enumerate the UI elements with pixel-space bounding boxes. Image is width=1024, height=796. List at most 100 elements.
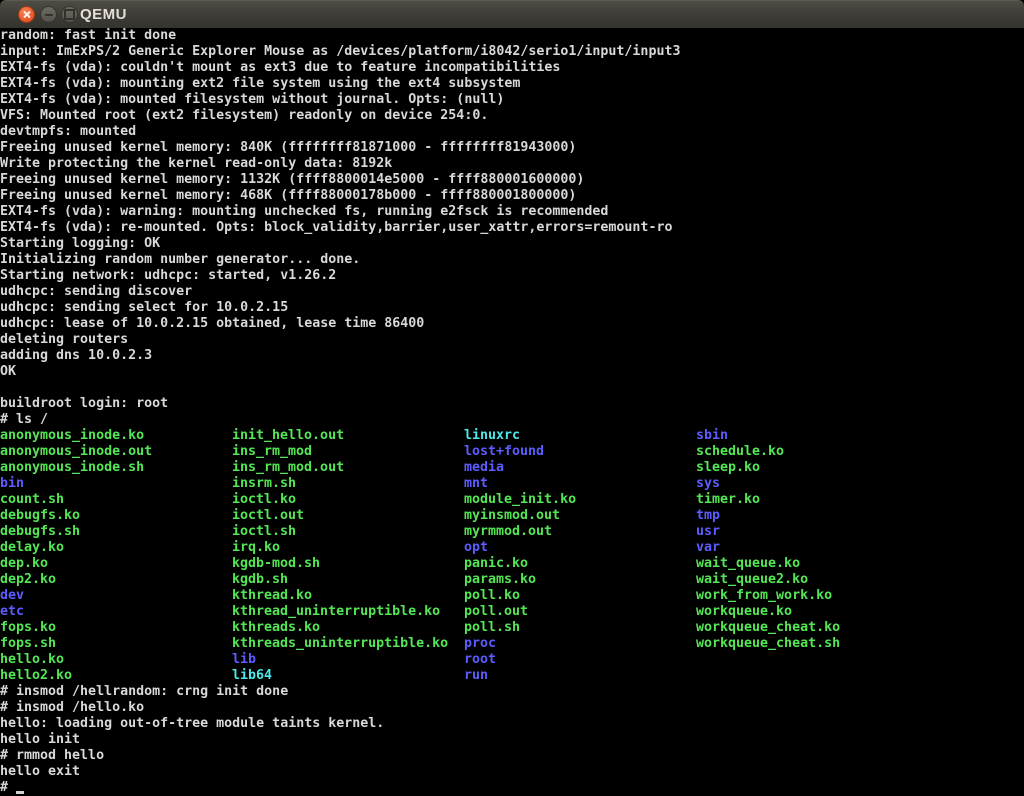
console-line: deleting routers [0,332,1024,348]
file-entry: dev [0,588,232,604]
console-line: EXT4-fs (vda): mounted filesystem withou… [0,92,1024,108]
file-entry: fops.ko [0,620,232,636]
console-line: hello init [0,732,1024,748]
console-line: VFS: Mounted root (ext2 filesystem) read… [0,108,1024,124]
minimize-button[interactable] [40,6,57,23]
file-entry: count.sh [0,492,232,508]
file-entry: myinsmod.out [464,508,696,524]
file-entry: poll.out [464,604,696,620]
console-line: hello: loading out-of-tree module taints… [0,716,1024,732]
ls-row: hello2.kolib64run [0,668,1024,684]
ls-row: debugfs.shioctl.shmyrmmod.outusr [0,524,1024,540]
file-entry: proc [464,636,696,652]
maximize-button[interactable] [61,6,78,23]
file-entry: var [696,540,720,556]
ls-row: debugfs.koioctl.outmyinsmod.outtmp [0,508,1024,524]
file-entry: tmp [696,508,720,524]
console-line: input: ImExPS/2 Generic Explorer Mouse a… [0,44,1024,60]
file-entry: workqueue.ko [696,604,792,620]
file-entry: wait_queue.ko [696,556,800,572]
file-entry: hello.ko [0,652,232,668]
file-entry: lib [232,652,464,668]
file-entry: delay.ko [0,540,232,556]
file-entry: kthread.ko [232,588,464,604]
file-entry: kgdb-mod.sh [232,556,464,572]
login-line: buildroot login: root [0,396,1024,412]
file-entry: sys [696,476,720,492]
file-entry: debugfs.ko [0,508,232,524]
file-entry: schedule.ko [696,444,784,460]
console-line: Initializing random number generator... … [0,252,1024,268]
console-line: EXT4-fs (vda): re-mounted. Opts: block_v… [0,220,1024,236]
file-entry: irq.ko [232,540,464,556]
file-entry: dep.ko [0,556,232,572]
file-entry: kgdb.sh [232,572,464,588]
file-entry: dep2.ko [0,572,232,588]
file-entry: usr [696,524,720,540]
prompt-line: # [0,780,1024,796]
file-entry: run [464,668,488,684]
console-line: EXT4-fs (vda): couldn't mount as ext3 du… [0,60,1024,76]
shell-prompt: # [0,780,16,795]
ls-command-line: # ls / [0,412,1024,428]
file-entry: work_from_work.ko [696,588,832,604]
console-line: Freeing unused kernel memory: 468K (ffff… [0,188,1024,204]
minimize-icon [45,14,53,16]
console-line: # insmod /hellrandom: crng init done [0,684,1024,700]
console-line: devtmpfs: mounted [0,124,1024,140]
file-entry: sleep.ko [696,460,760,476]
ls-row: anonymous_inode.shins_rm_mod.outmediasle… [0,460,1024,476]
file-entry: mnt [464,476,696,492]
qemu-window: QEMU random: fast init done input: ImExP… [0,0,1024,796]
file-entry: panic.ko [464,556,696,572]
file-entry: poll.ko [464,588,696,604]
close-icon [22,10,31,19]
file-entry: lib64 [232,668,464,684]
ls-row: devkthread.kopoll.kowork_from_work.ko [0,588,1024,604]
ls-row: bininsrm.shmntsys [0,476,1024,492]
console-line: Starting logging: OK [0,236,1024,252]
text-cursor [16,791,24,794]
console-line: udhcpc: lease of 10.0.2.15 obtained, lea… [0,316,1024,332]
console-line: # rmmod hello [0,748,1024,764]
ls-row: count.shioctl.komodule_init.kotimer.ko [0,492,1024,508]
file-entry: module_init.ko [464,492,696,508]
console-line: # insmod /hello.ko [0,700,1024,716]
file-entry: root [464,652,496,668]
console-line: Starting network: udhcpc: started, v1.26… [0,268,1024,284]
console-line: udhcpc: sending select for 10.0.2.15 [0,300,1024,316]
file-entry: workqueue_cheat.ko [696,620,840,636]
ls-row: dep.kokgdb-mod.shpanic.kowait_queue.ko [0,556,1024,572]
ls-row: fops.shkthreads_uninterruptible.koprocwo… [0,636,1024,652]
file-entry: myrmmod.out [464,524,696,540]
file-entry: timer.ko [696,492,760,508]
ls-row: hello.kolibroot [0,652,1024,668]
file-entry: bin [0,476,232,492]
console-line: adding dns 10.0.2.3 [0,348,1024,364]
window-titlebar[interactable]: QEMU [0,0,1024,28]
maximize-icon [64,9,75,20]
file-entry: linuxrc [464,428,696,444]
file-entry: media [464,460,696,476]
console-line: EXT4-fs (vda): warning: mounting uncheck… [0,204,1024,220]
file-entry: init_hello.out [232,428,464,444]
file-entry: opt [464,540,696,556]
console-line: udhcpc: sending discover [0,284,1024,300]
file-entry: anonymous_inode.ko [0,428,232,444]
close-button[interactable] [18,6,35,23]
file-entry: sbin [696,428,728,444]
ls-row: delay.koirq.kooptvar [0,540,1024,556]
console-line: Write protecting the kernel read-only da… [0,156,1024,172]
file-entry: ins_rm_mod.out [232,460,464,476]
file-entry: ins_rm_mod [232,444,464,460]
file-entry: wait_queue2.ko [696,572,808,588]
console-line: random: fast init done [0,28,1024,44]
file-entry: debugfs.sh [0,524,232,540]
terminal-console[interactable]: random: fast init done input: ImExPS/2 G… [0,28,1024,796]
ls-row: dep2.kokgdb.shparams.kowait_queue2.ko [0,572,1024,588]
file-entry: kthread_uninterruptible.ko [232,604,464,620]
console-line: EXT4-fs (vda): mounting ext2 file system… [0,76,1024,92]
console-line: OK [0,364,1024,380]
file-entry: anonymous_inode.out [0,444,232,460]
ls-row: anonymous_inode.outins_rm_modlost+founds… [0,444,1024,460]
